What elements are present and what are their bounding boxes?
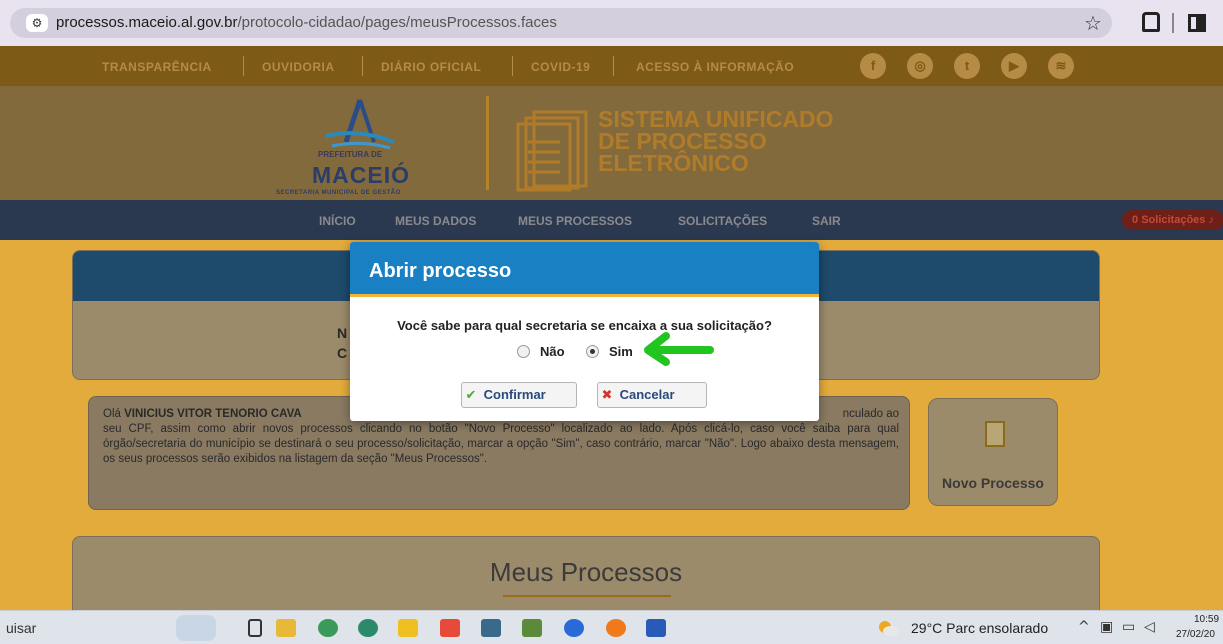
spotify-icon[interactable]: ≋ — [1048, 53, 1074, 79]
bookmark-star-icon[interactable]: ☆ — [1084, 11, 1102, 35]
logo-maceio-label: MACEIÓ — [312, 162, 410, 188]
main-nav: INÍCIO MEUS DADOS MEUS PROCESSOS SOLICIT… — [0, 200, 1223, 240]
cancel-x-icon: ✖ — [601, 388, 613, 403]
calculator-icon[interactable] — [481, 619, 501, 637]
chrome-profile-icon[interactable] — [358, 619, 378, 637]
welcome-body: seu CPF, assim como abrir novos processo… — [103, 423, 899, 465]
nav-solicitacoes[interactable]: SOLICITAÇÕES — [678, 214, 767, 228]
zoom-icon[interactable] — [564, 619, 584, 637]
topnav-divider — [613, 56, 614, 76]
radio-sim-label[interactable]: Sim — [609, 344, 633, 359]
tray-app-icon[interactable]: ▣ — [1100, 619, 1113, 635]
solicitacoes-badge-label: 0 Solicitações — [1132, 214, 1206, 226]
app-icon[interactable] — [522, 619, 542, 637]
nav-sair[interactable]: SAIR — [812, 214, 841, 228]
system-title-line: SISTEMA UNIFICADO — [598, 106, 834, 132]
topnav-divider — [512, 56, 513, 76]
nav-meus-dados[interactable]: MEUS DADOS — [395, 214, 476, 228]
windows-taskbar: uisar 29°C Parc ensolarado ^ ▣ ▭ ◁ 10:59… — [0, 610, 1223, 644]
system-title: SISTEMA UNIFICADO DE PROCESSO ELETRÔNICO — [598, 106, 834, 176]
nav-meus-processos[interactable]: MEUS PROCESSOS — [518, 214, 632, 228]
new-document-icon — [985, 421, 1005, 447]
title-underline — [503, 595, 671, 597]
chevron-up-icon[interactable]: ^ — [1078, 619, 1090, 635]
weather-text[interactable]: 29°C Parc ensolarado — [911, 620, 1048, 636]
network-icon[interactable]: ▭ — [1122, 619, 1135, 635]
dialog-header: Abrir processo — [350, 242, 819, 297]
widgets-icon[interactable] — [176, 615, 216, 641]
twitter-icon[interactable]: t — [954, 53, 980, 79]
radio-nao[interactable] — [517, 345, 530, 358]
info-panel-text: N — [337, 325, 348, 341]
topnav-link-diario-oficial[interactable]: DIÁRIO OFICIAL — [381, 60, 481, 74]
taskbar-search[interactable]: uisar — [6, 620, 36, 636]
facebook-icon[interactable]: f — [860, 53, 886, 79]
weather-icon[interactable] — [876, 619, 900, 637]
bell-icon: ♪ — [1208, 214, 1214, 226]
cancelar-button[interactable]: ✖ Cancelar — [597, 382, 707, 408]
url-path: /protocolo-cidadao/pages/meusProcessos.f… — [237, 14, 557, 31]
greeting: Olá — [103, 408, 121, 420]
top-utility-nav: TRANSPARÊNCIA OUVIDORIA DIÁRIO OFICIAL C… — [0, 46, 1223, 86]
app-icon[interactable] — [606, 619, 626, 637]
system-title-line: DE PROCESSO — [598, 128, 767, 154]
topnav-link-ouvidoria[interactable]: OUVIDORIA — [262, 60, 335, 74]
topnav-divider — [362, 56, 363, 76]
prefeitura-logo-icon[interactable] — [318, 98, 398, 158]
topnav-divider — [243, 56, 244, 76]
welcome-tail: nculado ao — [842, 408, 899, 420]
logo-secretaria-label: SECRETARIA MUNICIPAL DE GESTÃO — [276, 190, 401, 196]
confirmar-button[interactable]: ✔ Confirmar — [461, 382, 577, 408]
youtube-icon[interactable]: ▶ — [1001, 53, 1027, 79]
radio-sim[interactable] — [586, 345, 599, 358]
topnav-link-covid[interactable]: COVID-19 — [531, 60, 590, 74]
site-settings-icon[interactable]: ⚙ — [26, 14, 48, 32]
logo-prefeitura-label: PREFEITURA DE — [318, 150, 383, 159]
novo-processo-label: Novo Processo — [942, 475, 1044, 491]
extensions-icon[interactable] — [1142, 12, 1160, 32]
confirmar-label: Confirmar — [483, 387, 546, 402]
dialog-question: Você sabe para qual secretaria se encaix… — [397, 318, 772, 333]
abrir-processo-dialog: Abrir processo Você sabe para qual secre… — [350, 242, 819, 421]
task-view-icon[interactable] — [248, 619, 262, 637]
check-icon: ✔ — [465, 388, 477, 403]
browser-toolbar: ⚙ processos.maceio.al.gov.br/protocolo-c… — [0, 0, 1223, 46]
sticky-notes-icon[interactable] — [398, 619, 418, 637]
clock-time[interactable]: 10:59 — [1194, 614, 1219, 625]
app-icon[interactable] — [440, 619, 460, 637]
user-name: VINICIUS VITOR TENORIO CAVA — [124, 408, 302, 420]
dialog-title: Abrir processo — [369, 260, 512, 282]
nav-inicio[interactable]: INÍCIO — [319, 214, 356, 228]
solicitacoes-badge[interactable]: 0 Solicitações ♪ — [1122, 210, 1223, 230]
topnav-link-acesso[interactable]: ACESSO À INFORMAÇÃO — [636, 60, 794, 74]
meus-processos-title: Meus Processos — [489, 557, 683, 587]
instagram-icon[interactable]: ◎ — [907, 53, 933, 79]
topnav-link-transparencia[interactable]: TRANSPARÊNCIA — [102, 60, 212, 74]
info-panel-text: C — [337, 345, 348, 361]
cancelar-label: Cancelar — [619, 387, 675, 402]
novo-processo-button[interactable]: Novo Processo — [928, 398, 1058, 506]
volume-icon[interactable]: ◁ — [1144, 619, 1155, 635]
toolbar-divider — [1172, 13, 1174, 33]
documents-icon — [516, 110, 588, 192]
meus-processos-panel: Meus Processos — [72, 536, 1100, 610]
system-title-line: ELETRÔNICO — [598, 150, 749, 176]
word-icon[interactable] — [646, 619, 666, 637]
clock-date[interactable]: 27/02/20 — [1176, 629, 1215, 640]
chrome-icon[interactable] — [318, 619, 338, 637]
site-header: PREFEITURA DE MACEIÓ SECRETARIA MUNICIPA… — [0, 86, 1223, 200]
url-host: processos.maceio.al.gov.br — [56, 14, 238, 31]
url-text[interactable]: processos.maceio.al.gov.br/protocolo-cid… — [56, 14, 557, 31]
file-explorer-icon[interactable] — [276, 619, 296, 637]
annotation-arrow-icon — [644, 332, 714, 366]
side-panel-icon[interactable] — [1188, 14, 1206, 32]
header-divider — [486, 96, 489, 190]
radio-nao-label[interactable]: Não — [540, 344, 565, 359]
